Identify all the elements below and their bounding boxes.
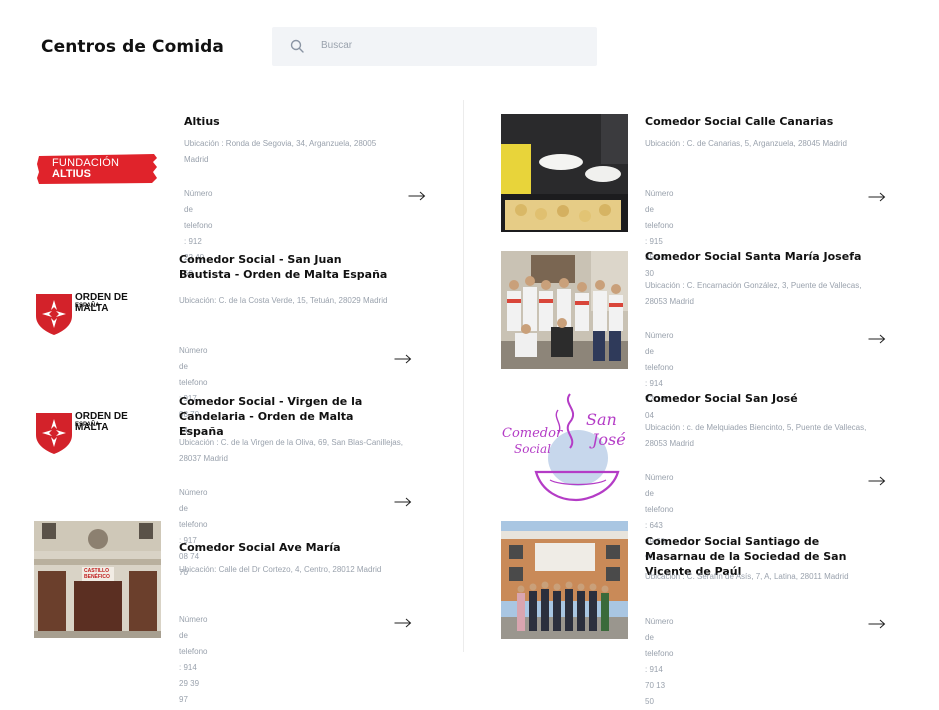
card-location: Ubicación : C. de Canarias, 5, Arganzuel… xyxy=(645,139,847,148)
card-title[interactable]: Comedor Social Santa María Josefa xyxy=(645,249,875,264)
san-jose-logo: Comedor Social San José xyxy=(500,388,630,506)
card-phone: Número de telefono : 915 35 93 30 xyxy=(645,189,674,278)
card-location: Ubicación : C. Encarnación González, 3, … xyxy=(645,281,862,306)
search-bar[interactable]: Buscar xyxy=(272,27,597,66)
card-location: Ubicación: C. de la Costa Verde, 15, Tet… xyxy=(179,296,388,305)
card-location: Ubicación : c. de Melquiades Biencinto, … xyxy=(645,423,867,448)
card-location: Ubicación: Calle del Dr Cortezo, 4, Cent… xyxy=(179,565,382,574)
card-phone: Número de telefono : 914 77 10 04 xyxy=(645,331,674,420)
calle-canarias-photo xyxy=(501,114,628,232)
ave-maria-photo: CASTILLO BENÉFICO xyxy=(34,521,161,638)
arrow-right-icon[interactable] xyxy=(868,192,886,202)
page-title: Centros de Comida xyxy=(41,37,224,57)
card-title[interactable]: Comedor Social San José xyxy=(645,391,875,406)
malta-logo: ORDEN DE MALTA ESPAÑA xyxy=(34,411,164,457)
search-input[interactable]: Buscar xyxy=(321,40,352,51)
arrow-right-icon[interactable] xyxy=(394,618,412,628)
san-jose-logo-line4: José xyxy=(592,430,626,449)
santa-maria-josefa-photo xyxy=(501,251,628,369)
malta-logo-line2: ESPAÑA xyxy=(75,303,100,309)
arrow-right-icon[interactable] xyxy=(868,619,886,629)
san-jose-logo-line1: Comedor xyxy=(502,426,563,441)
sign-line2: BENÉFICO xyxy=(84,574,110,580)
search-icon xyxy=(290,39,304,53)
arrow-right-icon[interactable] xyxy=(394,354,412,364)
altius-logo-line2: ALTIUS xyxy=(52,168,91,180)
card-location: Ubicación : C. Serafín de Asís, 7, A, La… xyxy=(645,572,849,581)
card-location: Ubicación : C. de la Virgen de la Oliva,… xyxy=(179,438,403,463)
san-jose-logo-line2: Social xyxy=(514,442,551,456)
card-title[interactable]: Altius xyxy=(184,114,399,129)
arrow-right-icon[interactable] xyxy=(408,191,426,201)
card-phone: Número de telefono : 914 70 13 50 xyxy=(645,617,674,706)
altius-logo: FUNDACIÓN ALTIUS xyxy=(36,152,158,186)
malta-logo: ORDEN DE MALTA ESPAÑA xyxy=(34,292,164,338)
santiago-masarnau-photo xyxy=(501,521,628,639)
malta-logo-line2: ESPAÑA xyxy=(75,422,100,428)
card-title[interactable]: Comedor Social Calle Canarias xyxy=(645,114,875,129)
san-jose-logo-line3: San xyxy=(586,410,617,429)
arrow-right-icon[interactable] xyxy=(868,334,886,344)
column-divider xyxy=(463,100,464,652)
card-location: Ubicación : Ronda de Segovia, 34, Arganz… xyxy=(184,139,377,164)
card-title[interactable]: Comedor Social - San Juan Bautista - Ord… xyxy=(179,252,389,282)
arrow-right-icon[interactable] xyxy=(394,497,412,507)
card-title[interactable]: Comedor Social Ave María xyxy=(179,540,394,555)
card-phone: Número de telefono : 914 29 39 97 xyxy=(179,615,208,704)
arrow-right-icon[interactable] xyxy=(868,476,886,486)
card-title[interactable]: Comedor Social - Virgen de la Candelaria… xyxy=(179,394,384,439)
